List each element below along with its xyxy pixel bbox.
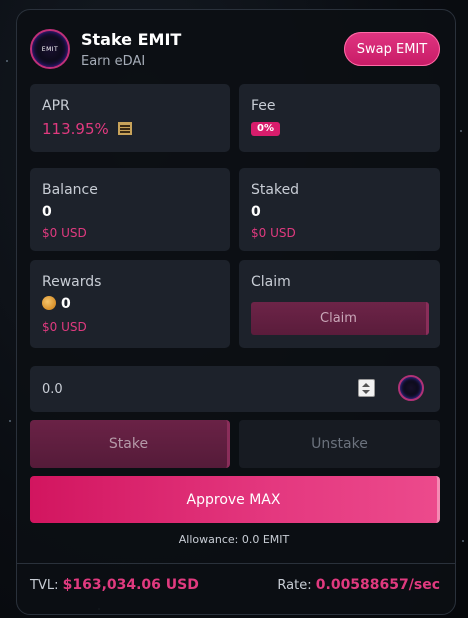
claim-button[interactable]: Claim — [251, 302, 429, 335]
rewards-tile: Rewards 0 $0 USD — [30, 260, 230, 348]
divider — [17, 563, 455, 564]
number-stepper[interactable] — [358, 379, 375, 397]
page-title: Stake EMIT — [81, 30, 182, 49]
page-subtitle: Earn eDAI — [81, 54, 146, 69]
swap-emit-button[interactable]: Swap EMIT — [344, 32, 440, 66]
fee-tile: Fee 0% — [239, 84, 440, 152]
rate-value: 0.00588657/sec — [315, 577, 440, 593]
rate-label: Rate: — [277, 578, 312, 593]
balance-value: 0 — [42, 204, 52, 220]
abacus-icon — [117, 122, 132, 135]
approve-max-button[interactable]: Approve MAX — [30, 476, 440, 523]
amount-field — [30, 366, 440, 412]
rewards-value-row: 0 — [42, 296, 71, 312]
fee-badge: 0% — [251, 122, 280, 136]
staked-usd: $0 USD — [251, 226, 296, 240]
apr-label: APR — [42, 98, 70, 114]
star — [460, 130, 462, 132]
stepper-down-icon[interactable] — [362, 390, 370, 394]
emit-logo-icon: EMIT — [30, 29, 70, 69]
apr-value: 113.95% — [42, 120, 109, 138]
balance-usd: $0 USD — [42, 226, 87, 240]
unstake-button[interactable]: Unstake — [239, 420, 440, 468]
apr-tile: APR 113.95% — [30, 84, 230, 152]
rate: Rate: 0.00588657/sec — [277, 577, 440, 593]
stepper-up-icon[interactable] — [362, 383, 370, 387]
apr-value-row: 113.95% — [42, 120, 132, 138]
coin-icon — [42, 296, 56, 310]
tvl-label: TVL: — [30, 578, 59, 593]
rewards-usd: $0 USD — [42, 320, 87, 334]
staked-value: 0 — [251, 204, 261, 220]
tvl-value: $163,034.06 USD — [62, 577, 199, 593]
rewards-value: 0 — [61, 296, 71, 312]
logo-text: EMIT — [41, 45, 59, 53]
stake-button[interactable]: Stake — [30, 420, 230, 468]
staked-label: Staked — [251, 182, 300, 198]
amount-input[interactable] — [42, 379, 342, 399]
rewards-label: Rewards — [42, 274, 102, 290]
balance-tile: Balance 0 $0 USD — [30, 168, 230, 251]
balance-label: Balance — [42, 182, 98, 198]
claim-label: Claim — [251, 274, 291, 290]
staked-tile: Staked 0 $0 USD — [239, 168, 440, 251]
allowance-text: Allowance: 0.0 EMIT — [178, 533, 290, 546]
star — [6, 60, 8, 62]
emit-token-icon — [398, 375, 424, 401]
star — [9, 420, 11, 422]
tvl: TVL: $163,034.06 USD — [30, 577, 199, 593]
fee-label: Fee — [251, 98, 276, 114]
claim-tile: Claim Claim — [239, 260, 440, 348]
header: EMIT Stake EMIT Earn eDAI Swap EMIT — [30, 28, 440, 72]
